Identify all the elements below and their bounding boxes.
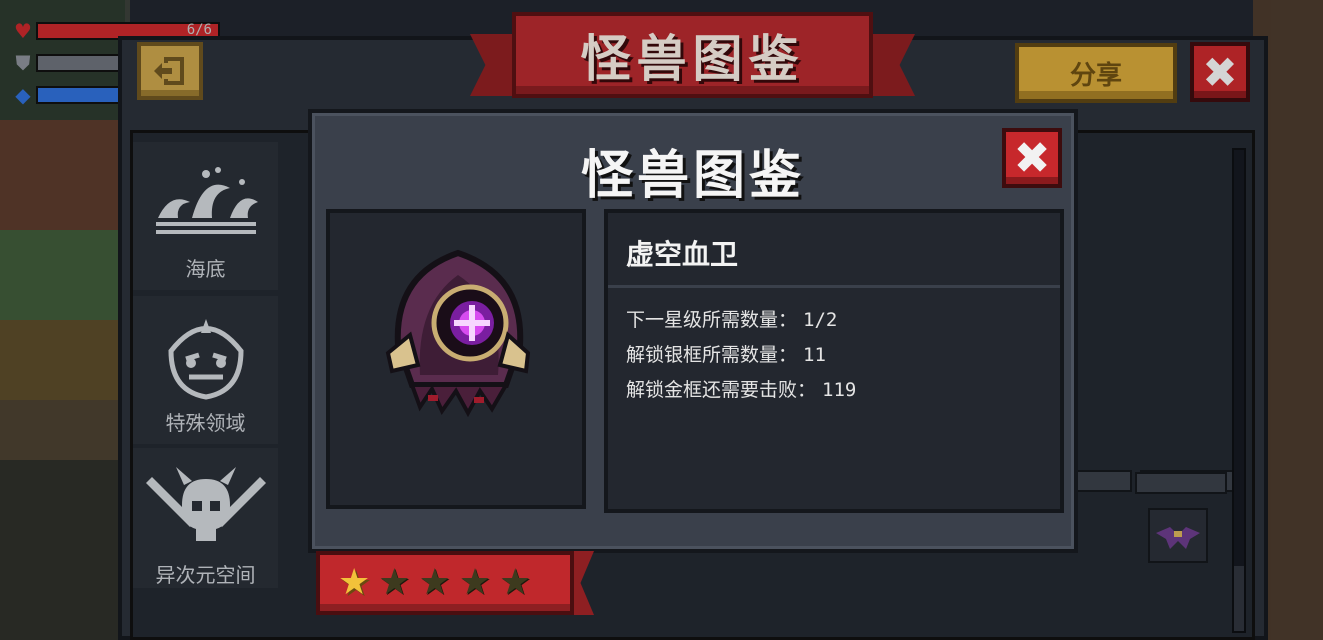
star-rating: ★ ★ ★ ★ ★ bbox=[316, 551, 574, 615]
stat-value: 11 bbox=[803, 344, 826, 366]
monster-info-panel: 虚空血卫 下一星级所需数量： 1/2 解锁银框所需数量： 11 解锁金框还需要击败：… bbox=[604, 209, 1064, 513]
stat-label: 下一星级所需数量： bbox=[626, 309, 798, 331]
info-divider bbox=[608, 285, 1060, 288]
dialog-title: 怪兽图鉴 bbox=[580, 146, 805, 206]
monster-name: 虚空血卫 bbox=[626, 238, 739, 271]
star-empty-icon: ★ bbox=[458, 562, 492, 603]
close-x-icon: ✖ bbox=[1013, 132, 1051, 184]
star-empty-icon: ★ bbox=[378, 562, 411, 603]
star-rating-banner: ★ ★ ★ ★ ★ bbox=[316, 551, 594, 621]
game-screen: ♥ 6/6 ⛊ 6 ◆ 200 怪兽图鉴 分享 bbox=[0, 0, 1323, 640]
stat-gold-frame: 解锁金框还需要击败： 119 bbox=[626, 375, 856, 402]
void-blood-guard-sprite bbox=[385, 249, 531, 418]
monster-detail-dialog: 怪兽图鉴 ✖ ★ ★ ★ ★ ★ 虚空血卫 下一星级所需数量： 1/2 解锁银框… bbox=[308, 109, 1078, 615]
monster-portrait-frame: ★ ★ ★ ★ ★ bbox=[316, 209, 594, 615]
star-filled-icon: ★ bbox=[338, 562, 371, 603]
stat-value: 119 bbox=[822, 379, 857, 401]
stat-label: 解锁银框所需数量： bbox=[626, 344, 798, 366]
stat-silver-frame: 解锁银框所需数量： 11 bbox=[626, 340, 826, 367]
stat-value: 1/2 bbox=[803, 309, 838, 331]
stat-next-star: 下一星级所需数量： 1/2 bbox=[626, 305, 837, 332]
star-empty-icon: ★ bbox=[418, 562, 451, 603]
dialog-close-button[interactable]: ✖ bbox=[1002, 128, 1062, 188]
stat-label: 解锁金框还需要击败： bbox=[626, 379, 817, 401]
star-empty-icon: ★ bbox=[499, 562, 532, 603]
